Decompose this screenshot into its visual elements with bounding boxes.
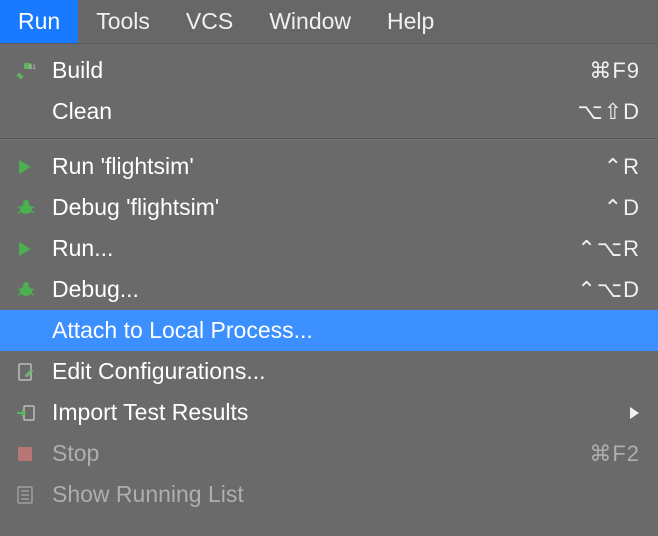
menu-item-show-running: Show Running List <box>0 474 658 515</box>
menu-item-shortcut: ⌘F9 <box>589 58 640 84</box>
menu-item-label: Debug... <box>52 276 577 303</box>
edit-file-icon <box>16 360 44 384</box>
menubar-item-run[interactable]: Run <box>0 0 78 43</box>
menubar-item-help[interactable]: Help <box>369 0 452 43</box>
menu-item-clean[interactable]: Clean ⌥⇧D <box>0 91 658 132</box>
menu-item-edit-configurations[interactable]: Edit Configurations... <box>0 351 658 392</box>
menubar-label: VCS <box>186 8 233 35</box>
play-icon <box>16 237 44 261</box>
menu-item-import-tests[interactable]: Import Test Results <box>0 392 658 433</box>
stop-icon <box>16 442 44 466</box>
menu-item-shortcut: ⌥⇧D <box>577 99 640 125</box>
menu-item-run-target[interactable]: Run 'flightsim' ⌃R <box>0 146 658 187</box>
submenu-arrow-icon <box>628 405 640 421</box>
menubar-item-window[interactable]: Window <box>251 0 369 43</box>
menubar-label: Window <box>269 8 351 35</box>
list-icon <box>16 483 44 507</box>
menu-item-debug-target[interactable]: Debug 'flightsim' ⌃D <box>0 187 658 228</box>
run-menu-dropdown: 01 Build ⌘F9 Clean ⌥⇧D Run 'flightsim' ⌃… <box>0 44 658 515</box>
svg-text:01: 01 <box>29 65 36 71</box>
bug-icon <box>16 196 44 220</box>
menu-item-debug[interactable]: Debug... ⌃⌥D <box>0 269 658 310</box>
menubar: Run Tools VCS Window Help <box>0 0 658 44</box>
menu-item-stop: Stop ⌘F2 <box>0 433 658 474</box>
blank-icon <box>16 319 44 343</box>
menubar-label: Run <box>18 8 60 35</box>
menubar-label: Tools <box>96 8 150 35</box>
menu-item-label: Build <box>52 57 589 84</box>
hammer-icon: 01 <box>16 59 44 83</box>
menu-item-shortcut: ⌘F2 <box>589 441 640 467</box>
menu-item-shortcut: ⌃⌥R <box>577 236 640 262</box>
menu-item-label: Attach to Local Process... <box>52 317 640 344</box>
menu-separator <box>0 138 658 140</box>
menu-item-shortcut: ⌃⌥D <box>577 277 640 303</box>
menu-item-label: Stop <box>52 440 589 467</box>
menu-item-label: Import Test Results <box>52 399 616 426</box>
menu-item-label: Run... <box>52 235 577 262</box>
menu-item-shortcut: ⌃D <box>604 195 640 221</box>
menu-item-shortcut: ⌃R <box>604 154 640 180</box>
blank-icon <box>16 100 44 124</box>
menu-item-attach[interactable]: Attach to Local Process... <box>0 310 658 351</box>
menubar-item-tools[interactable]: Tools <box>78 0 168 43</box>
menu-item-label: Run 'flightsim' <box>52 153 604 180</box>
menubar-item-vcs[interactable]: VCS <box>168 0 251 43</box>
play-icon <box>16 155 44 179</box>
menu-item-build[interactable]: 01 Build ⌘F9 <box>0 50 658 91</box>
menu-item-label: Debug 'flightsim' <box>52 194 604 221</box>
menu-item-label: Clean <box>52 98 577 125</box>
menu-item-run[interactable]: Run... ⌃⌥R <box>0 228 658 269</box>
import-icon <box>16 401 44 425</box>
bug-icon <box>16 278 44 302</box>
menubar-label: Help <box>387 8 434 35</box>
menu-item-label: Edit Configurations... <box>52 358 640 385</box>
menu-item-label: Show Running List <box>52 481 640 508</box>
